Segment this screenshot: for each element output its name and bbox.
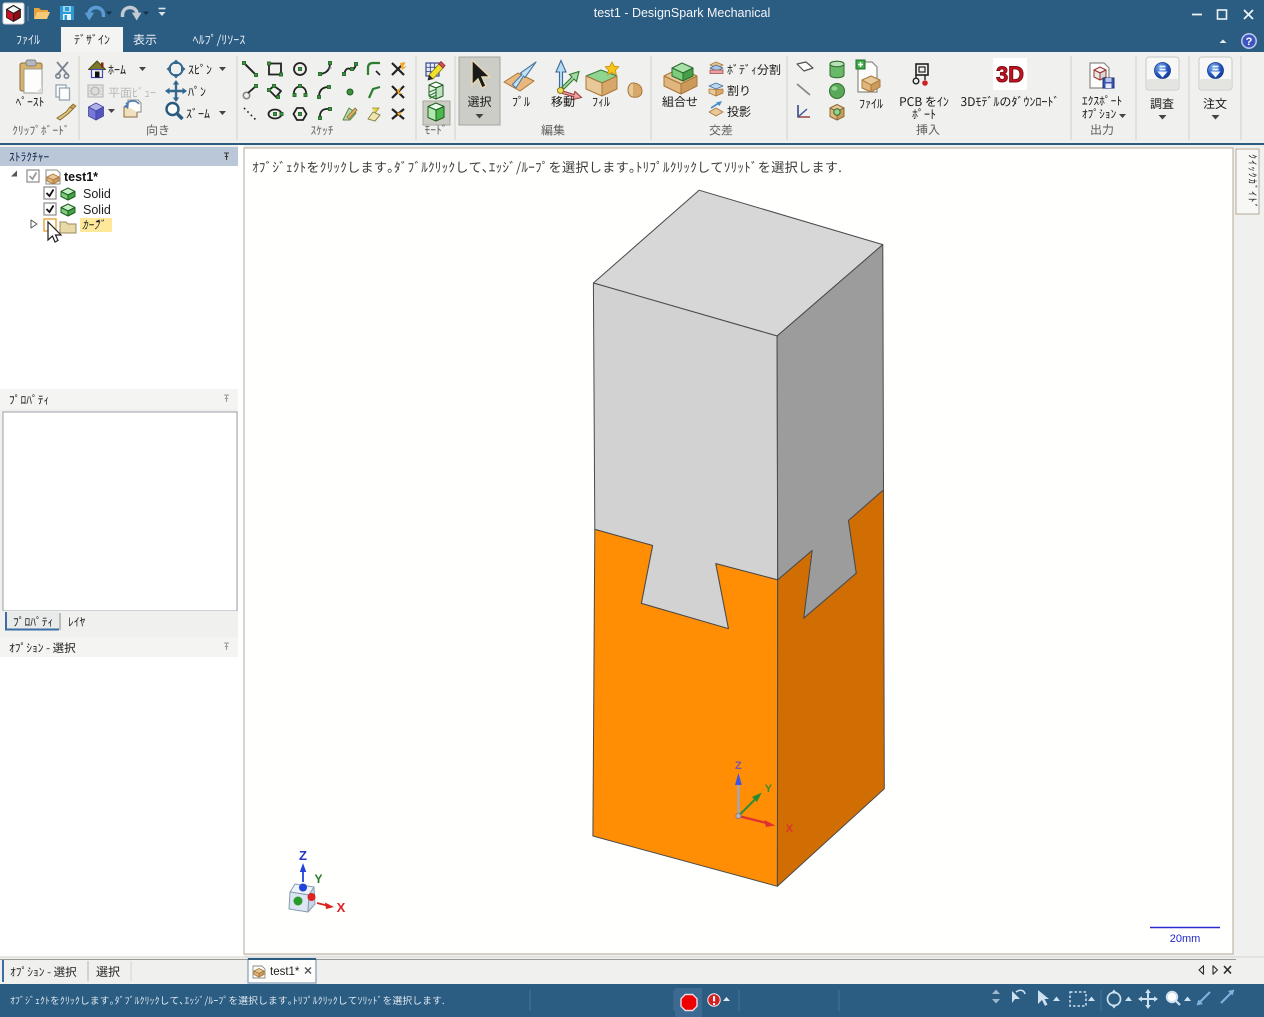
svg-text:Solid: Solid (83, 187, 111, 201)
svg-text:test1*: test1* (270, 966, 300, 978)
svg-text:Y: Y (765, 783, 773, 795)
svg-text:20mm: 20mm (1170, 933, 1201, 945)
svg-text:Y: Y (314, 872, 322, 886)
svg-text:3D: 3D (996, 62, 1024, 87)
svg-text:test1 - DesignSpark Mechanical: test1 - DesignSpark Mechanical (594, 6, 770, 20)
svg-text:test1*: test1* (64, 170, 98, 184)
svg-text:X: X (337, 900, 346, 915)
svg-text:Z: Z (735, 760, 742, 772)
svg-text:?: ? (1246, 36, 1253, 48)
svg-text:Z: Z (299, 848, 307, 863)
svg-text:X: X (786, 823, 794, 835)
svg-text:Solid: Solid (83, 203, 111, 217)
